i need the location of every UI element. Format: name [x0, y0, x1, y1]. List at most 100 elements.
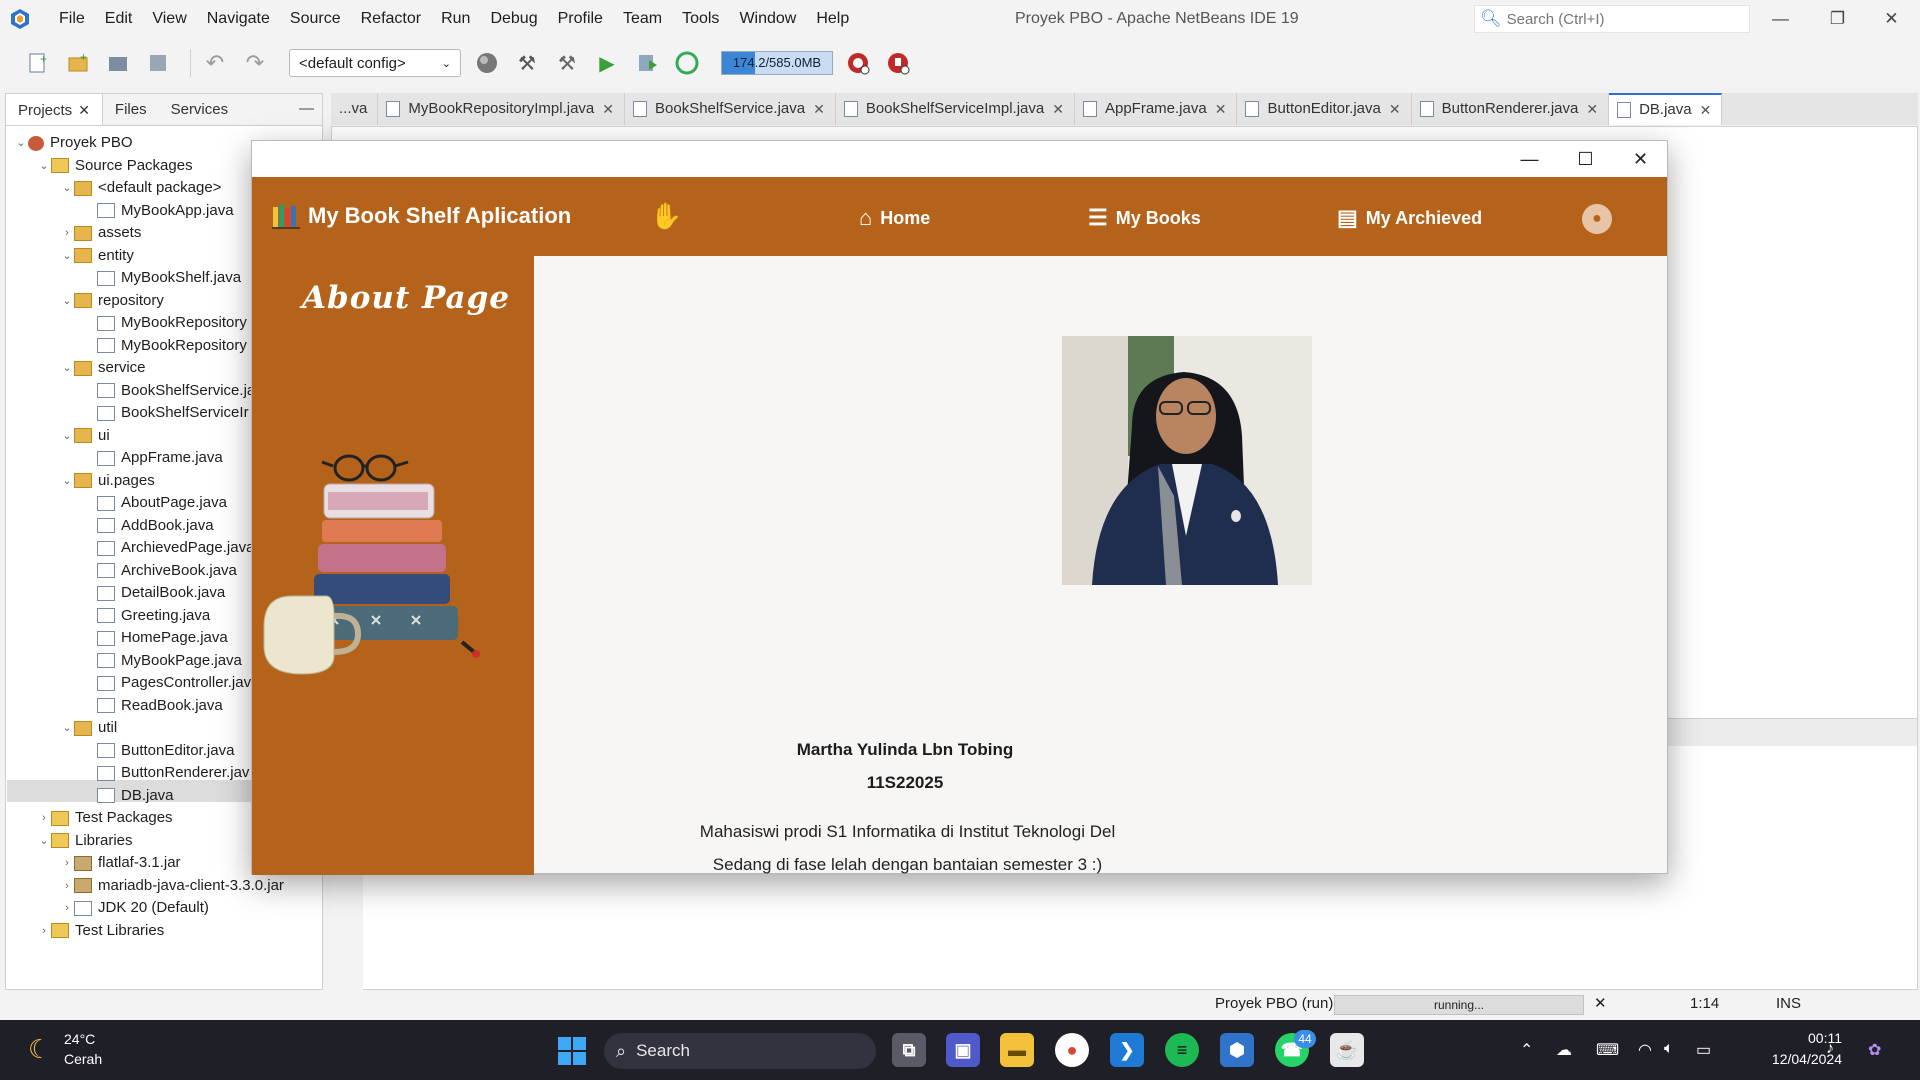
tree-item[interactable]: Greeting.java [83, 605, 210, 627]
app-minimize-button[interactable]: — [1502, 141, 1557, 177]
tree-item[interactable]: ButtonRenderer.jav [83, 762, 249, 784]
memory-indicator[interactable]: 174.2/585.0MB [721, 51, 833, 75]
gc-button[interactable] [843, 47, 875, 79]
editor-tab[interactable]: ButtonRenderer.java ✕ [1412, 93, 1610, 125]
chevron-down-icon[interactable]: ⌄ [60, 425, 74, 447]
nav-my-archieved[interactable]: ▤ My Archieved [1337, 205, 1482, 231]
clean-build-button[interactable]: ⚒ [551, 47, 583, 79]
tree-item[interactable]: › Test Libraries [37, 920, 164, 942]
close-icon[interactable]: ✕ [1389, 93, 1401, 125]
notification-bell-icon[interactable]: ♪ [1826, 1040, 1834, 1058]
app-close-button[interactable]: ✕ [1613, 141, 1668, 177]
new-file-button[interactable]: + [22, 47, 54, 79]
moon-icon[interactable]: ☾ [28, 1034, 51, 1065]
editor-tab[interactable]: AppFrame.java ✕ [1075, 93, 1238, 125]
menu-help[interactable]: Help [806, 0, 859, 38]
close-button[interactable]: ✕ [1864, 0, 1919, 38]
start-button[interactable] [558, 1037, 586, 1065]
app-maximize-button[interactable]: ☐ [1558, 141, 1613, 177]
menu-navigate[interactable]: Navigate [197, 0, 280, 38]
tree-item[interactable]: AddBook.java [83, 515, 214, 537]
status-project[interactable]: Proyek PBO (run) [1215, 995, 1333, 1012]
tree-item[interactable]: ⌄ service [60, 357, 145, 379]
menu-team[interactable]: Team [613, 0, 672, 38]
save-all-button[interactable] [142, 47, 174, 79]
minimize-panel-icon[interactable]: — [299, 94, 314, 124]
tree-item[interactable]: ⌄ Proyek PBO [14, 132, 132, 154]
volume-icon[interactable]: 🔈︎ [1664, 1040, 1674, 1058]
tree-item[interactable]: DetailBook.java [83, 582, 225, 604]
tree-item[interactable]: ArchiveBook.java [83, 560, 237, 582]
menu-file[interactable]: File [49, 0, 95, 38]
tree-item[interactable]: AppFrame.java [83, 447, 223, 469]
editor-tab[interactable]: ...va✕ [331, 93, 379, 125]
editor-tab[interactable]: BookShelfServiceImpl.java ✕ [836, 93, 1075, 125]
chrome-icon[interactable]: ● [1055, 1033, 1089, 1067]
chevron-right-icon[interactable]: › [37, 807, 51, 829]
tree-item[interactable]: › Test Packages [37, 807, 172, 829]
chevron-down-icon[interactable]: ⌄ [60, 245, 74, 267]
menu-edit[interactable]: Edit [95, 0, 143, 38]
editor-tab[interactable]: DB.java ✕ [1609, 93, 1723, 126]
build-button[interactable]: ⚒ [511, 47, 543, 79]
nav-home[interactable]: ⌂ Home [859, 205, 930, 231]
tree-item[interactable]: MyBookApp.java [83, 200, 234, 222]
new-project-button[interactable]: + [62, 47, 94, 79]
undo-button[interactable]: ↶ [199, 47, 231, 79]
chevron-down-icon[interactable]: ⌄ [37, 155, 51, 177]
menu-window[interactable]: Window [729, 0, 806, 38]
tree-item[interactable]: ReadBook.java [83, 695, 223, 717]
tree-item[interactable]: ButtonEditor.java [83, 740, 234, 762]
close-icon[interactable]: ✕ [78, 102, 90, 118]
menu-debug[interactable]: Debug [480, 0, 547, 38]
copilot-icon[interactable]: ✿ [1868, 1040, 1881, 1060]
chevron-down-icon[interactable]: ⌄ [60, 470, 74, 492]
menu-refactor[interactable]: Refactor [351, 0, 431, 38]
tree-item[interactable]: › flatlaf-3.1.jar [60, 852, 180, 874]
keyboard-icon[interactable]: ⌨ [1596, 1040, 1619, 1060]
chevron-down-icon[interactable]: ⌄ [60, 717, 74, 739]
tree-item[interactable]: › JDK 20 (Default) [60, 897, 209, 919]
netbeans-icon[interactable]: ⬢ [1220, 1033, 1254, 1067]
close-icon[interactable]: ✕ [1700, 94, 1712, 126]
menu-tools[interactable]: Tools [672, 0, 729, 38]
tree-item[interactable]: MyBookShelf.java [83, 267, 241, 289]
menu-run[interactable]: Run [431, 0, 480, 38]
vscode-icon[interactable]: ❯ [1110, 1033, 1144, 1067]
open-project-button[interactable] [102, 47, 134, 79]
chevron-right-icon[interactable]: › [60, 875, 74, 897]
minimize-button[interactable]: — [1753, 0, 1808, 38]
wifi-icon[interactable]: ◠ [1638, 1040, 1652, 1060]
menu-view[interactable]: View [142, 0, 196, 38]
battery-icon[interactable]: ▭ [1696, 1040, 1711, 1060]
task-view-icon[interactable]: ⧉ [892, 1033, 926, 1067]
globe-button[interactable] [471, 47, 503, 79]
tree-item[interactable]: ⌄ Source Packages [37, 155, 192, 177]
tree-item[interactable]: ⌄ repository [60, 290, 163, 312]
profiler-snapshot-button[interactable] [883, 47, 915, 79]
tree-item[interactable]: MyBookRepository [83, 335, 247, 357]
close-icon[interactable]: ✕ [1052, 93, 1064, 125]
chevron-up-icon[interactable]: ⌃ [1520, 1040, 1533, 1060]
menu-source[interactable]: Source [280, 0, 351, 38]
weather-condition[interactable]: Cerah [64, 1051, 102, 1067]
tree-item[interactable]: › mariadb-java-client-3.3.0.jar [60, 875, 284, 897]
nav-my-books[interactable]: ☰ My Books [1088, 205, 1201, 231]
tree-item[interactable]: MyBookRepository [83, 312, 247, 334]
editor-tab[interactable]: ButtonEditor.java ✕ [1237, 93, 1412, 125]
restore-button[interactable]: ❐ [1810, 0, 1865, 38]
cancel-task-icon[interactable]: ✕ [1594, 994, 1607, 1012]
chevron-right-icon[interactable]: › [60, 897, 74, 919]
tree-item[interactable]: HomePage.java [83, 627, 228, 649]
close-icon[interactable]: ✕ [1586, 93, 1598, 125]
tree-item[interactable]: ⌄ util [60, 717, 117, 739]
file-explorer-icon[interactable]: ▬ [1000, 1033, 1034, 1067]
config-dropdown[interactable]: <default config> ⌄ [289, 49, 461, 77]
chevron-down-icon[interactable]: ⌄ [60, 290, 74, 312]
spotify-icon[interactable]: ≡ [1165, 1033, 1199, 1067]
debug-button[interactable] [631, 47, 663, 79]
chevron-down-icon[interactable]: ⌄ [37, 830, 51, 852]
close-icon[interactable]: ✕ [813, 93, 825, 125]
chevron-right-icon[interactable]: › [60, 222, 74, 244]
run-button[interactable]: ▶ [591, 47, 623, 79]
